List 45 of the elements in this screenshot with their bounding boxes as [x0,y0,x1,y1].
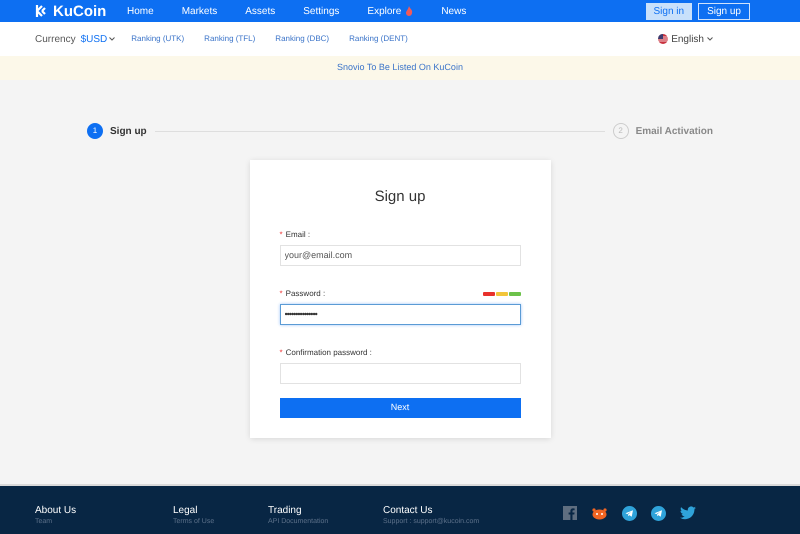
logo-text: KuCoin [53,4,106,18]
nav-link[interactable]: Home [127,4,154,18]
footer-heading: About Us [35,506,78,516]
ranking-link[interactable]: Ranking (DBC) [275,33,330,45]
facebook-icon[interactable] [563,506,577,520]
input-field[interactable]: ••••••••••••••• [280,304,520,324]
logo-icon [35,4,49,18]
input-field[interactable] [280,362,520,384]
footer-heading: Trading [268,506,303,516]
field-label: Email : [286,228,310,240]
required-mark: * [280,346,283,358]
step-number: 2 [612,123,629,139]
caret-icon [707,37,713,41]
currency-dropdown[interactable]: $USD [80,32,116,46]
next-button[interactable]: Next [280,398,520,418]
caret-icon [109,37,116,41]
reddit-icon[interactable] [591,506,608,520]
currency-label: Currency [35,32,76,46]
sign-up-button[interactable]: Sign up [698,2,750,20]
form-title: Sign up [374,187,426,207]
ranking-link[interactable]: Ranking (DENT) [349,33,408,45]
required-mark: * [280,288,283,300]
step-label: Email Activation [636,124,713,138]
sign-in-button[interactable]: Sign in [646,2,692,20]
ranking-link[interactable]: Ranking (TFL) [204,33,256,45]
ranking-link[interactable]: Ranking (UTK) [131,33,184,45]
nav-link[interactable]: Settings [303,4,340,18]
input-field[interactable]: your@email.com [280,244,520,266]
nav-link[interactable]: Markets [182,4,218,18]
flag-icon [658,34,668,44]
footer-heading: Legal [173,506,198,516]
field-label: Confirmation password : [286,346,372,358]
telegram-icon[interactable] [622,506,637,521]
footer-heading: Contact Us [383,506,434,516]
required-mark: * [280,228,283,240]
language-dropdown[interactable]: English [658,32,713,46]
step-label: Sign up [110,124,147,138]
nav-link[interactable]: Explore [367,4,414,18]
telegram-icon[interactable] [651,506,666,521]
nav-link[interactable]: Assets [245,4,276,18]
step-number: 1 [87,123,103,139]
announcement-link[interactable]: Snovio To Be Listed On KuCoin [337,61,463,75]
nav-link[interactable]: News [441,4,466,18]
field-label: Password : [286,288,326,300]
twitter-icon[interactable] [680,506,697,520]
